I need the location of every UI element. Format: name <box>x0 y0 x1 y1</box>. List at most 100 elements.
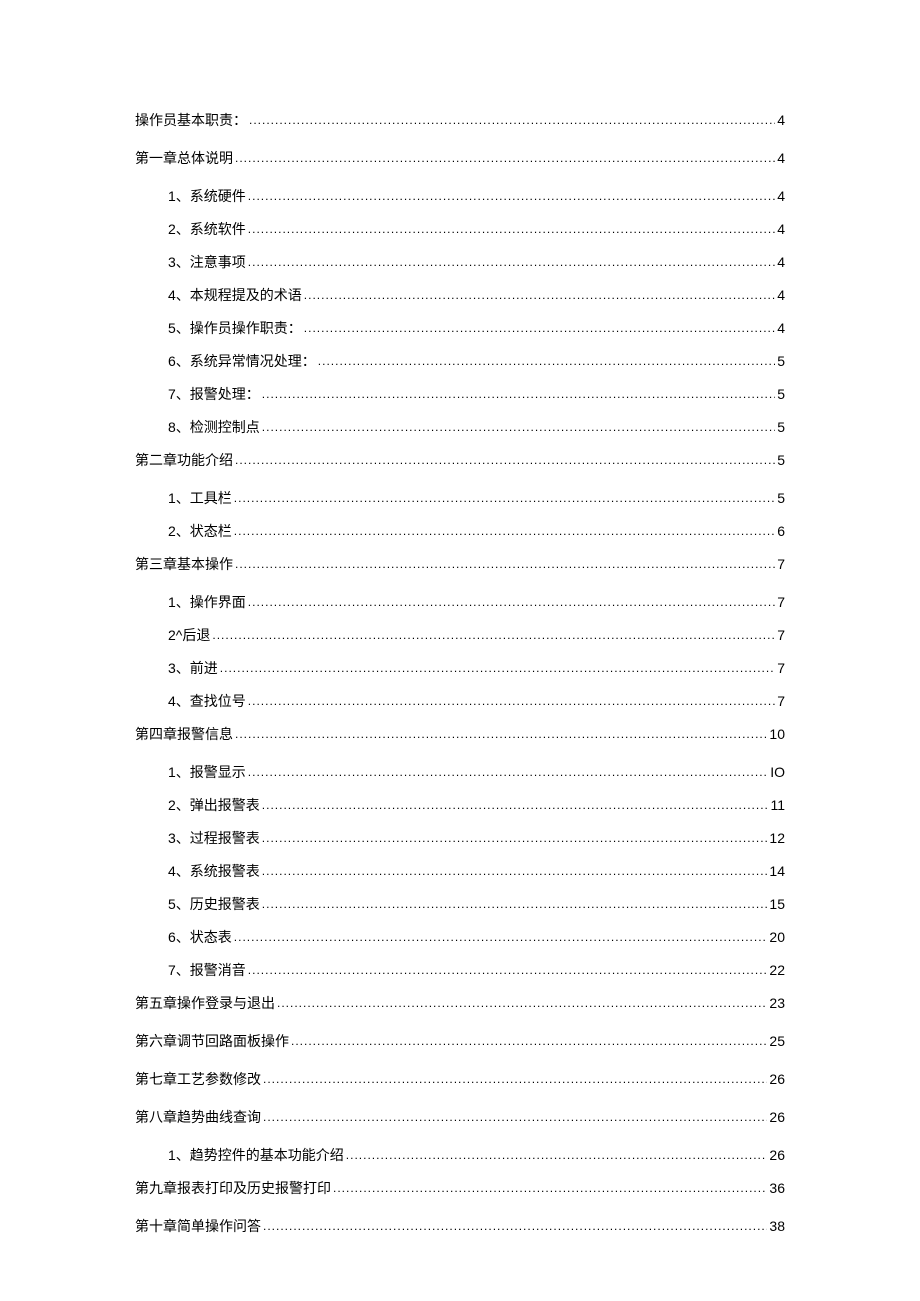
toc-entry: 7、报警消音22 <box>135 960 785 980</box>
toc-label: 1、工具栏 <box>168 488 232 508</box>
toc-entry: 第九章报表打印及历史报警打印 36 <box>135 1178 785 1198</box>
toc-leader-dots <box>262 798 769 812</box>
toc-entry: 第二章功能介绍5 <box>135 450 785 470</box>
table-of-contents: 操作员基本职责：4第一章总体说明41、系统硬件42、系统软件43、注意事项44、… <box>135 110 785 1236</box>
toc-leader-dots <box>262 897 768 911</box>
toc-page-number: 11 <box>770 797 785 813</box>
toc-leader-dots <box>262 387 775 401</box>
toc-leader-dots <box>277 996 767 1010</box>
toc-leader-dots <box>220 661 775 675</box>
toc-page-number: 23 <box>769 995 785 1011</box>
toc-leader-dots <box>248 765 768 779</box>
toc-label: 6、系统异常情况处理： <box>168 351 316 371</box>
toc-label: 4、本规程提及的术语 <box>168 285 302 305</box>
toc-label: 3、前进 <box>168 658 218 678</box>
toc-entry: 第六章调节回路面板操作 25 <box>135 1031 785 1051</box>
toc-entry: 6、系统异常情况处理： 5 <box>135 351 785 371</box>
toc-entry: 4、本规程提及的术语 4 <box>135 285 785 305</box>
toc-page-number: 4 <box>777 112 785 128</box>
toc-page-number: 7 <box>777 556 785 572</box>
toc-leader-dots <box>235 727 767 741</box>
toc-leader-dots <box>262 420 775 434</box>
toc-leader-dots <box>234 930 768 944</box>
toc-leader-dots <box>263 1219 767 1233</box>
toc-entry: 3、注意事项4 <box>135 252 785 272</box>
toc-label: 1、系统硬件 <box>168 186 246 206</box>
toc-label: 7、报警消音 <box>168 960 246 980</box>
toc-leader-dots <box>234 491 775 505</box>
toc-page-number: 4 <box>777 254 785 270</box>
toc-label: 8、检测控制点 <box>168 417 260 437</box>
toc-page-number: 6 <box>777 523 785 539</box>
toc-leader-dots <box>318 354 775 368</box>
toc-leader-dots <box>235 151 775 165</box>
toc-leader-dots <box>263 1072 767 1086</box>
toc-leader-dots <box>212 628 775 642</box>
toc-entry: 第四章报警信息10 <box>135 724 785 744</box>
toc-leader-dots <box>346 1148 768 1162</box>
toc-page-number: 4 <box>777 287 785 303</box>
toc-label: 5、历史报警表 <box>168 894 260 914</box>
toc-page-number: 4 <box>777 150 785 166</box>
toc-label: 1、报警显示 <box>168 762 246 782</box>
toc-entry: 操作员基本职责：4 <box>135 110 785 130</box>
toc-page-number: 4 <box>777 221 785 237</box>
toc-page-number: 7 <box>777 627 785 643</box>
toc-label: 4、系统报警表 <box>168 861 260 881</box>
toc-page-number: 7 <box>777 660 785 676</box>
toc-page-number: 5 <box>777 353 785 369</box>
toc-page-number: 26 <box>769 1147 785 1163</box>
toc-leader-dots <box>235 453 775 467</box>
toc-page-number: 38 <box>769 1218 785 1234</box>
toc-page-number: 20 <box>769 929 785 945</box>
toc-leader-dots <box>235 557 775 571</box>
toc-page-number: 4 <box>777 188 785 204</box>
toc-leader-dots <box>263 1110 767 1124</box>
toc-entry: 第七章工艺参数修改26 <box>135 1069 785 1089</box>
toc-leader-dots <box>262 864 768 878</box>
toc-page-number: 5 <box>777 386 785 402</box>
toc-leader-dots <box>262 831 768 845</box>
toc-leader-dots <box>333 1181 767 1195</box>
toc-entry: 3、前进 7 <box>135 658 785 678</box>
toc-entry: 5、操作员操作职责：4 <box>135 318 785 338</box>
toc-label: 2、系统软件 <box>168 219 246 239</box>
toc-label: 1、操作界面 <box>168 592 246 612</box>
toc-entry: 6、状态表 20 <box>135 927 785 947</box>
toc-page-number: 4 <box>777 320 785 336</box>
toc-page-number: 5 <box>777 419 785 435</box>
toc-entry: 4、查找位号 7 <box>135 691 785 711</box>
toc-page-number: 26 <box>769 1071 785 1087</box>
toc-entry: 1、报警显示 IO <box>135 762 785 782</box>
toc-label: 第一章总体说明 <box>135 148 233 168</box>
toc-leader-dots <box>248 963 768 977</box>
toc-entry: 3、过程报警表12 <box>135 828 785 848</box>
toc-label: 1、趋势控件的基本功能介绍 <box>168 1145 344 1165</box>
toc-entry: 第八章趋势曲线查询26 <box>135 1107 785 1127</box>
toc-label: 7、报警处理： <box>168 384 260 404</box>
toc-label: 第六章调节回路面板操作 <box>135 1031 289 1051</box>
toc-page-number: 25 <box>769 1033 785 1049</box>
toc-label: 第九章报表打印及历史报警打印 <box>135 1178 331 1198</box>
toc-entry: 2^后退 7 <box>135 625 785 645</box>
toc-page-number: 26 <box>769 1109 785 1125</box>
toc-leader-dots <box>304 288 775 302</box>
toc-entry: 1、工具栏5 <box>135 488 785 508</box>
toc-leader-dots <box>248 694 775 708</box>
toc-page-number: 7 <box>777 693 785 709</box>
toc-label: 第三章基本操作 <box>135 554 233 574</box>
toc-entry: 2、弹出报警表11 <box>135 795 785 815</box>
toc-page-number: 7 <box>777 594 785 610</box>
toc-label: 第十章简单操作问答 <box>135 1216 261 1236</box>
toc-label: 4、查找位号 <box>168 691 246 711</box>
toc-label: 3、过程报警表 <box>168 828 260 848</box>
toc-page-number: 14 <box>769 863 785 879</box>
toc-entry: 5、历史报警表15 <box>135 894 785 914</box>
toc-page-number: 36 <box>769 1180 785 1196</box>
toc-label: 2、状态栏 <box>168 521 232 541</box>
toc-page-number: IO <box>770 764 785 780</box>
toc-entry: 4、系统报警表 14 <box>135 861 785 881</box>
toc-entry: 第五章操作登录与退出23 <box>135 993 785 1013</box>
toc-label: 2^后退 <box>168 625 210 645</box>
toc-label: 6、状态表 <box>168 927 232 947</box>
